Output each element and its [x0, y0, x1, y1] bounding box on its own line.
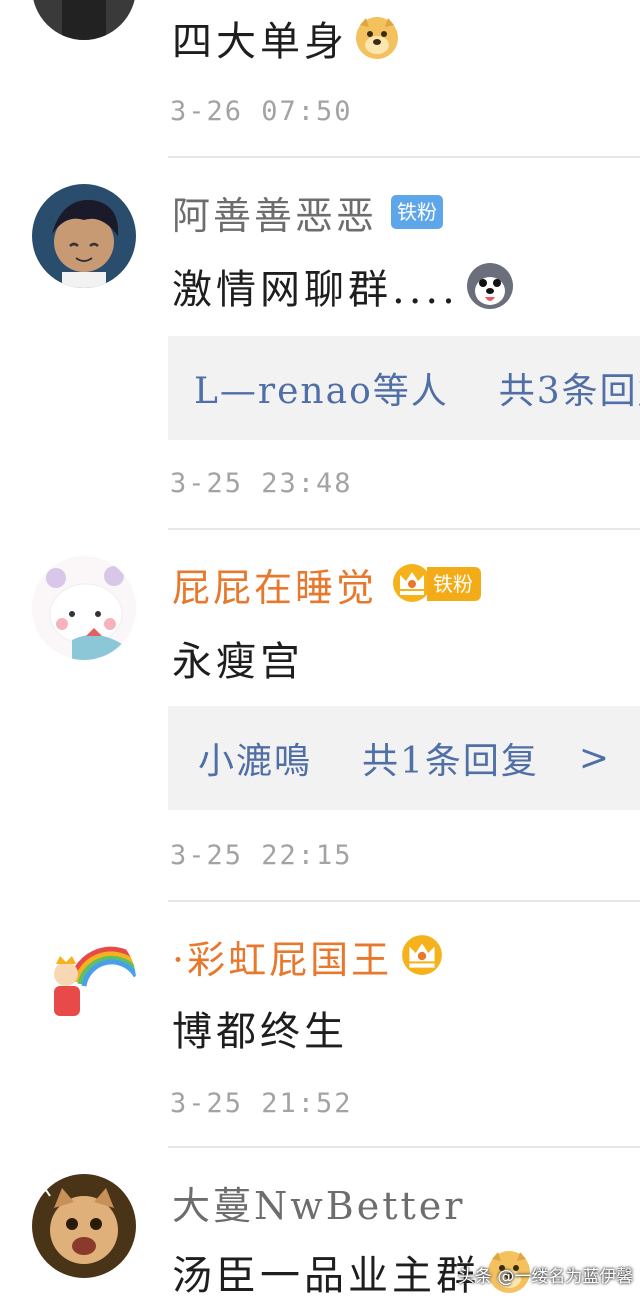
avatar[interactable] — [32, 0, 136, 40]
divider — [168, 1146, 640, 1148]
comment-header: 屁屁在睡觉 铁粉 — [172, 557, 482, 612]
divider — [168, 156, 640, 158]
crown-icon — [400, 932, 444, 980]
comment-content: 四大单身 — [172, 12, 400, 65]
husky-emoji-icon — [465, 261, 515, 311]
avatar[interactable] — [32, 184, 136, 288]
timestamp: 3-26 07:50 — [170, 96, 353, 127]
timestamp: 3-25 23:48 — [170, 468, 353, 499]
watermark: 头条 @一缕名为蓝伊馨 — [458, 1267, 634, 1287]
reply-count[interactable]: 共1条回复 — [362, 732, 539, 784]
crown-badge — [400, 932, 444, 980]
username[interactable]: 阿善善恶恶 — [172, 185, 377, 240]
fan-badge-label: 铁粉 — [427, 567, 482, 601]
avatar[interactable] — [32, 1174, 136, 1278]
reply-summary[interactable]: 小漉鳴 共1条回复 > — [168, 706, 640, 810]
username[interactable]: 屁屁在睡觉 — [172, 557, 377, 612]
reply-authors[interactable]: L—renao等人 — [194, 362, 449, 414]
username[interactable]: ·彩虹屁国王 — [172, 929, 392, 984]
comment-header: 大蔓NwBetter — [172, 1176, 465, 1228]
comment-content: 博都终生 — [172, 1009, 348, 1055]
reply-authors[interactable]: 小漉鳴 — [198, 732, 312, 784]
comment-content: 激情网聊群.... — [172, 258, 515, 314]
reply-count[interactable]: 共3条回复 — [499, 362, 640, 414]
username[interactable]: 大蔓NwBetter — [172, 1175, 465, 1230]
timestamp: 3-25 21:52 — [170, 1088, 353, 1119]
doge-emoji-icon — [354, 15, 400, 61]
avatar[interactable] — [32, 928, 136, 1032]
divider — [168, 900, 640, 902]
divider — [168, 528, 640, 530]
fan-badge: 铁粉 — [391, 195, 444, 229]
comment-header: ·彩虹屁国王 — [172, 930, 444, 982]
reply-summary[interactable]: L—renao等人 共3条回复 — [168, 336, 640, 440]
iron-fan-badge: 铁粉 — [391, 562, 482, 606]
comment-header: 阿善善恶恶 铁粉 — [172, 185, 444, 240]
timestamp: 3-25 22:15 — [170, 840, 353, 871]
avatar[interactable] — [32, 556, 136, 660]
comment-content: 永瘦宫 — [172, 639, 304, 685]
chevron-right-icon[interactable]: > — [579, 738, 611, 779]
